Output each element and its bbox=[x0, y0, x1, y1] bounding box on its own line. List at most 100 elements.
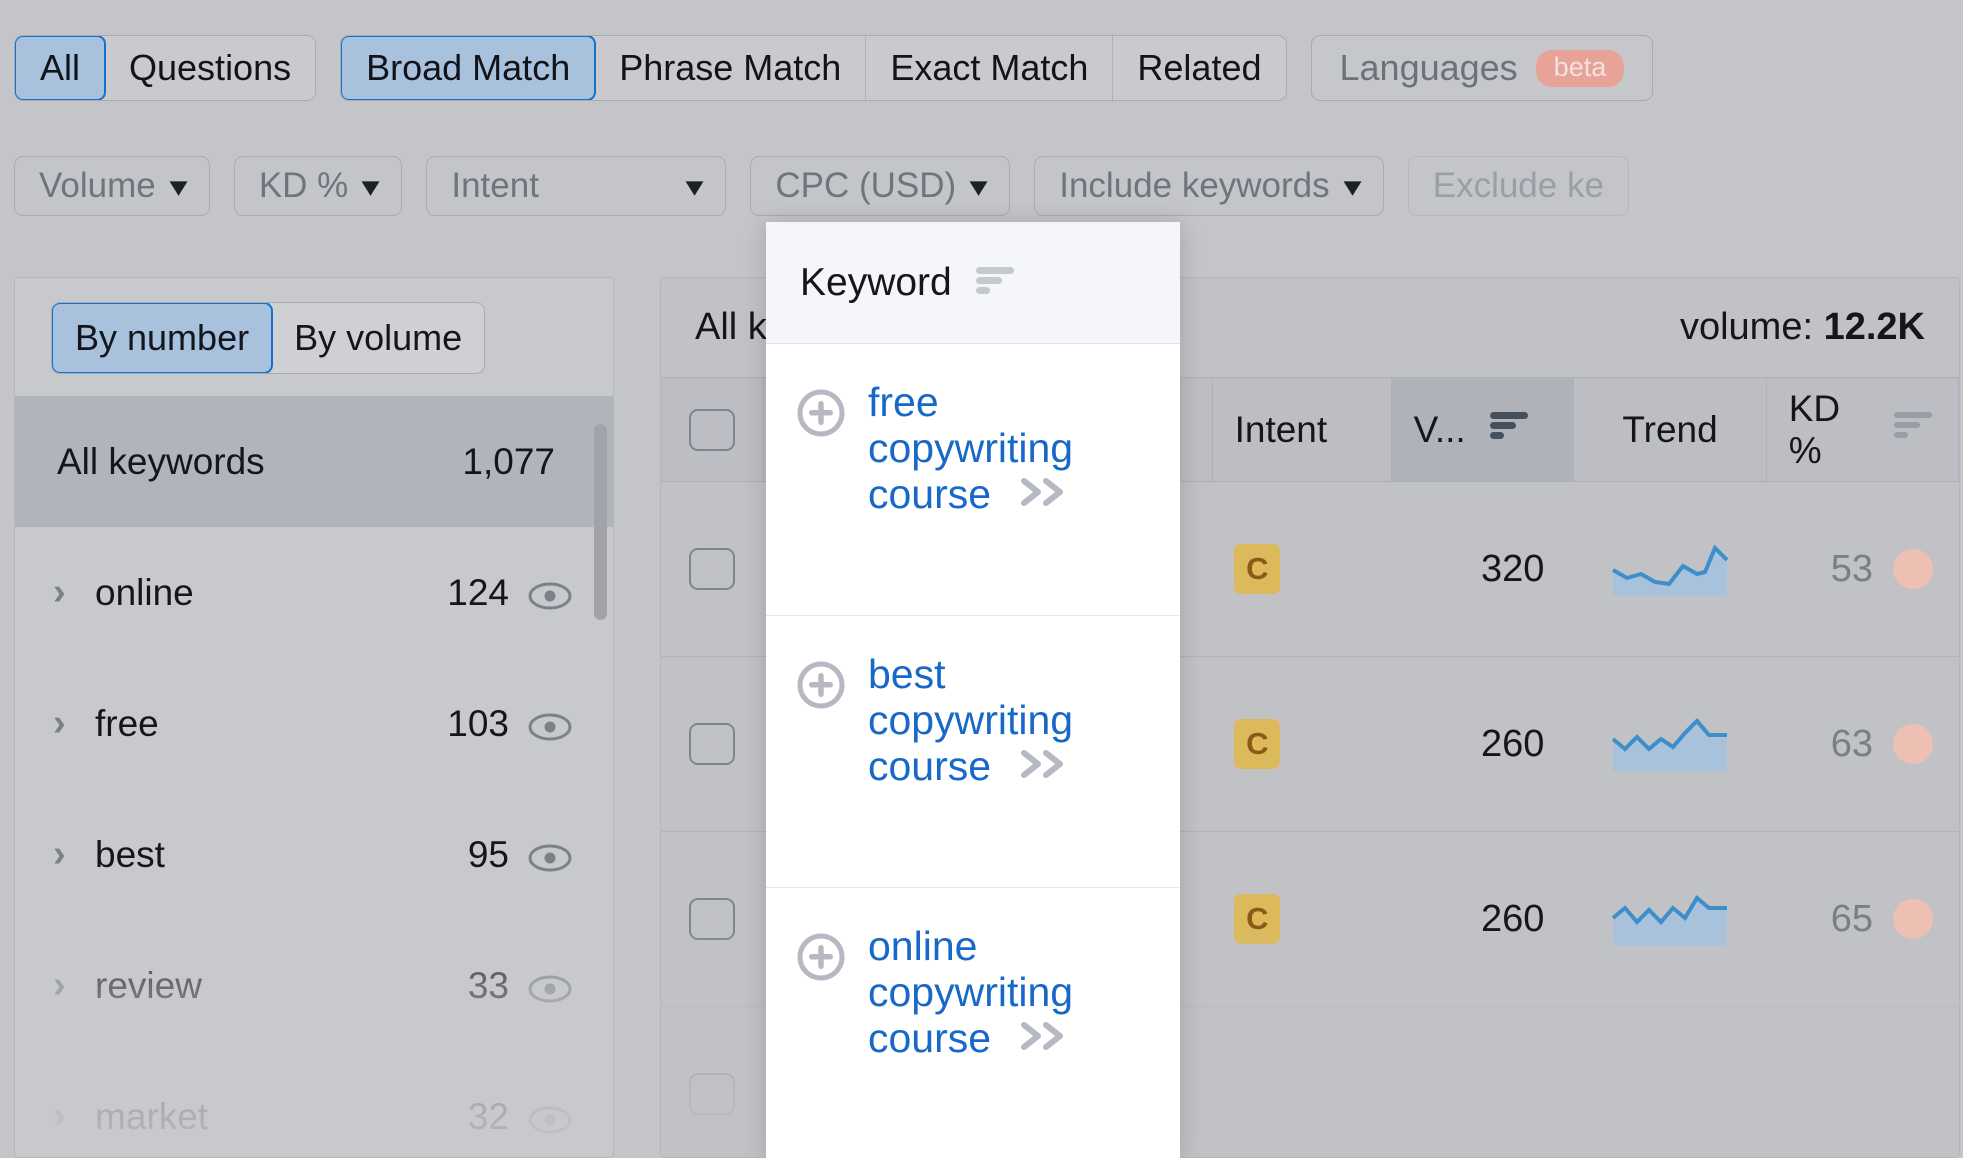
row-checkbox[interactable] bbox=[689, 723, 736, 765]
keyword-groups-panel: By number By volume All keywords 1,077 ›… bbox=[14, 277, 614, 1158]
row-select-cell[interactable] bbox=[661, 482, 764, 656]
sort-icon[interactable] bbox=[1892, 408, 1936, 451]
select-all-checkbox[interactable] bbox=[688, 408, 735, 451]
double-chevron-right-icon[interactable] bbox=[1016, 744, 1070, 794]
header-trend[interactable]: Trend bbox=[1574, 378, 1767, 481]
tab-exact-match[interactable]: Exact Match bbox=[866, 36, 1114, 100]
header-volume-label: V... bbox=[1413, 408, 1466, 450]
tab-broad-match[interactable]: Broad Match bbox=[341, 36, 597, 100]
trend-sparkline bbox=[1612, 544, 1729, 596]
summary-volume-value: 12.2K bbox=[1823, 306, 1925, 348]
group-count: 124 bbox=[447, 571, 509, 613]
sort-icon[interactable] bbox=[1488, 408, 1532, 451]
group-sort-toggle-wrap: By number By volume bbox=[15, 278, 613, 396]
row-volume-cell: 320 bbox=[1480, 547, 1545, 590]
row-select-cell[interactable] bbox=[661, 657, 764, 831]
tab-questions[interactable]: Questions bbox=[105, 36, 315, 100]
tab-related[interactable]: Related bbox=[1113, 36, 1285, 100]
tab-all[interactable]: All bbox=[15, 36, 107, 100]
filter-row: Volume ▾ KD % ▾ Intent ▾ CPC (USD) ▾ Inc… bbox=[14, 156, 1629, 216]
list-item[interactable]: best copywriting course bbox=[766, 616, 1180, 888]
left-panel-scrollbar[interactable] bbox=[594, 424, 607, 620]
group-name: best bbox=[95, 833, 165, 875]
row-kd-cell: 63 bbox=[1767, 657, 1959, 831]
chevron-down-icon: ▾ bbox=[1344, 170, 1361, 201]
row-volume-cell: 260 bbox=[1480, 897, 1545, 940]
filter-volume[interactable]: Volume ▾ bbox=[14, 156, 210, 216]
row-checkbox[interactable] bbox=[689, 1073, 736, 1115]
header-intent[interactable]: Intent bbox=[1213, 378, 1392, 481]
chevron-right-icon[interactable]: › bbox=[53, 1095, 95, 1138]
chevron-down-icon: ▾ bbox=[362, 170, 379, 201]
eye-icon[interactable] bbox=[527, 709, 573, 740]
eye-icon[interactable] bbox=[527, 1102, 573, 1133]
row-checkbox[interactable] bbox=[689, 548, 736, 590]
eye-icon[interactable] bbox=[527, 971, 573, 1002]
chevron-right-icon[interactable]: › bbox=[53, 702, 95, 745]
list-item-market[interactable]: › market 32 bbox=[15, 1051, 613, 1157]
chevron-right-icon[interactable]: › bbox=[53, 571, 95, 614]
filter-kd[interactable]: KD % ▾ bbox=[233, 156, 403, 216]
summary-left-text: All k bbox=[695, 306, 767, 348]
kd-value: 65 bbox=[1830, 897, 1873, 940]
filter-volume-label: Volume bbox=[39, 166, 156, 205]
filter-intent[interactable]: Intent ▾ bbox=[426, 156, 727, 216]
chevron-right-icon[interactable]: › bbox=[53, 964, 95, 1007]
add-keyword-icon[interactable] bbox=[796, 660, 846, 715]
chevron-right-icon[interactable]: › bbox=[53, 833, 95, 876]
eye-icon[interactable] bbox=[527, 840, 573, 871]
filter-exclude-keywords[interactable]: Exclude ke bbox=[1407, 156, 1629, 216]
group-name: free bbox=[95, 702, 159, 744]
list-item-online[interactable]: › online 124 bbox=[15, 527, 613, 658]
list-item-best[interactable]: › best 95 bbox=[15, 789, 613, 920]
group-name: online bbox=[95, 571, 194, 613]
list-item[interactable]: online copywriting course bbox=[766, 888, 1180, 1158]
add-keyword-icon[interactable] bbox=[796, 932, 846, 987]
add-keyword-icon[interactable] bbox=[796, 388, 846, 443]
list-item-all-keywords[interactable]: All keywords 1,077 bbox=[15, 396, 613, 527]
filter-cpc[interactable]: CPC (USD) ▾ bbox=[750, 156, 1011, 216]
chevron-down-icon: ▾ bbox=[686, 170, 703, 201]
row-trend-cell bbox=[1574, 657, 1766, 831]
popup-header[interactable]: Keyword bbox=[766, 222, 1180, 344]
row-checkbox[interactable] bbox=[689, 898, 736, 940]
toggle-by-volume[interactable]: By volume bbox=[272, 303, 484, 373]
double-chevron-right-icon[interactable] bbox=[1016, 472, 1070, 522]
sort-icon[interactable] bbox=[974, 263, 1018, 302]
languages-label: Languages bbox=[1339, 47, 1518, 88]
app-root: All Questions Broad Match Phrase Match E… bbox=[0, 0, 1963, 1158]
trend-sparkline bbox=[1612, 718, 1728, 771]
header-trend-label: Trend bbox=[1622, 408, 1718, 450]
group-count: 33 bbox=[467, 964, 509, 1006]
trend-sparkline bbox=[1612, 894, 1728, 946]
row-intent-cell: C bbox=[1212, 832, 1391, 1006]
header-volume[interactable]: V... bbox=[1391, 378, 1575, 481]
header-select-all-cell[interactable] bbox=[661, 378, 764, 481]
header-intent-label: Intent bbox=[1234, 408, 1328, 450]
row-select-cell[interactable] bbox=[661, 1007, 764, 1157]
kd-value: 53 bbox=[1830, 547, 1873, 590]
status-badge: C bbox=[1234, 544, 1281, 594]
list-item[interactable]: free copywriting course bbox=[766, 344, 1180, 616]
eye-icon[interactable] bbox=[527, 578, 573, 609]
double-chevron-right-icon[interactable] bbox=[1016, 1016, 1070, 1066]
row-select-cell[interactable] bbox=[661, 832, 764, 1006]
match-type-segment: Broad Match Phrase Match Exact Match Rel… bbox=[340, 35, 1287, 101]
list-item-review[interactable]: › review 33 bbox=[15, 920, 613, 1051]
row-intent-cell: C bbox=[1212, 482, 1391, 656]
filter-exclude-label: Exclude ke bbox=[1432, 166, 1604, 205]
keyword-group-list: All keywords 1,077 › online 124 › free 1… bbox=[15, 396, 613, 1157]
popup-header-label: Keyword bbox=[800, 260, 952, 304]
header-kd[interactable]: KD % bbox=[1767, 378, 1959, 481]
kd-difficulty-dot bbox=[1892, 899, 1933, 939]
list-item-free[interactable]: › free 103 bbox=[15, 658, 613, 789]
header-kd-label: KD % bbox=[1788, 387, 1841, 471]
languages-button[interactable]: Languages beta bbox=[1310, 35, 1654, 101]
status-badge: C bbox=[1234, 894, 1281, 944]
filter-include-label: Include keywords bbox=[1059, 166, 1330, 205]
filter-kd-label: KD % bbox=[258, 166, 349, 205]
toggle-by-number[interactable]: By number bbox=[52, 303, 274, 373]
filter-include-keywords[interactable]: Include keywords ▾ bbox=[1034, 156, 1384, 216]
group-count: 103 bbox=[447, 702, 509, 744]
tab-phrase-match[interactable]: Phrase Match bbox=[595, 36, 867, 100]
